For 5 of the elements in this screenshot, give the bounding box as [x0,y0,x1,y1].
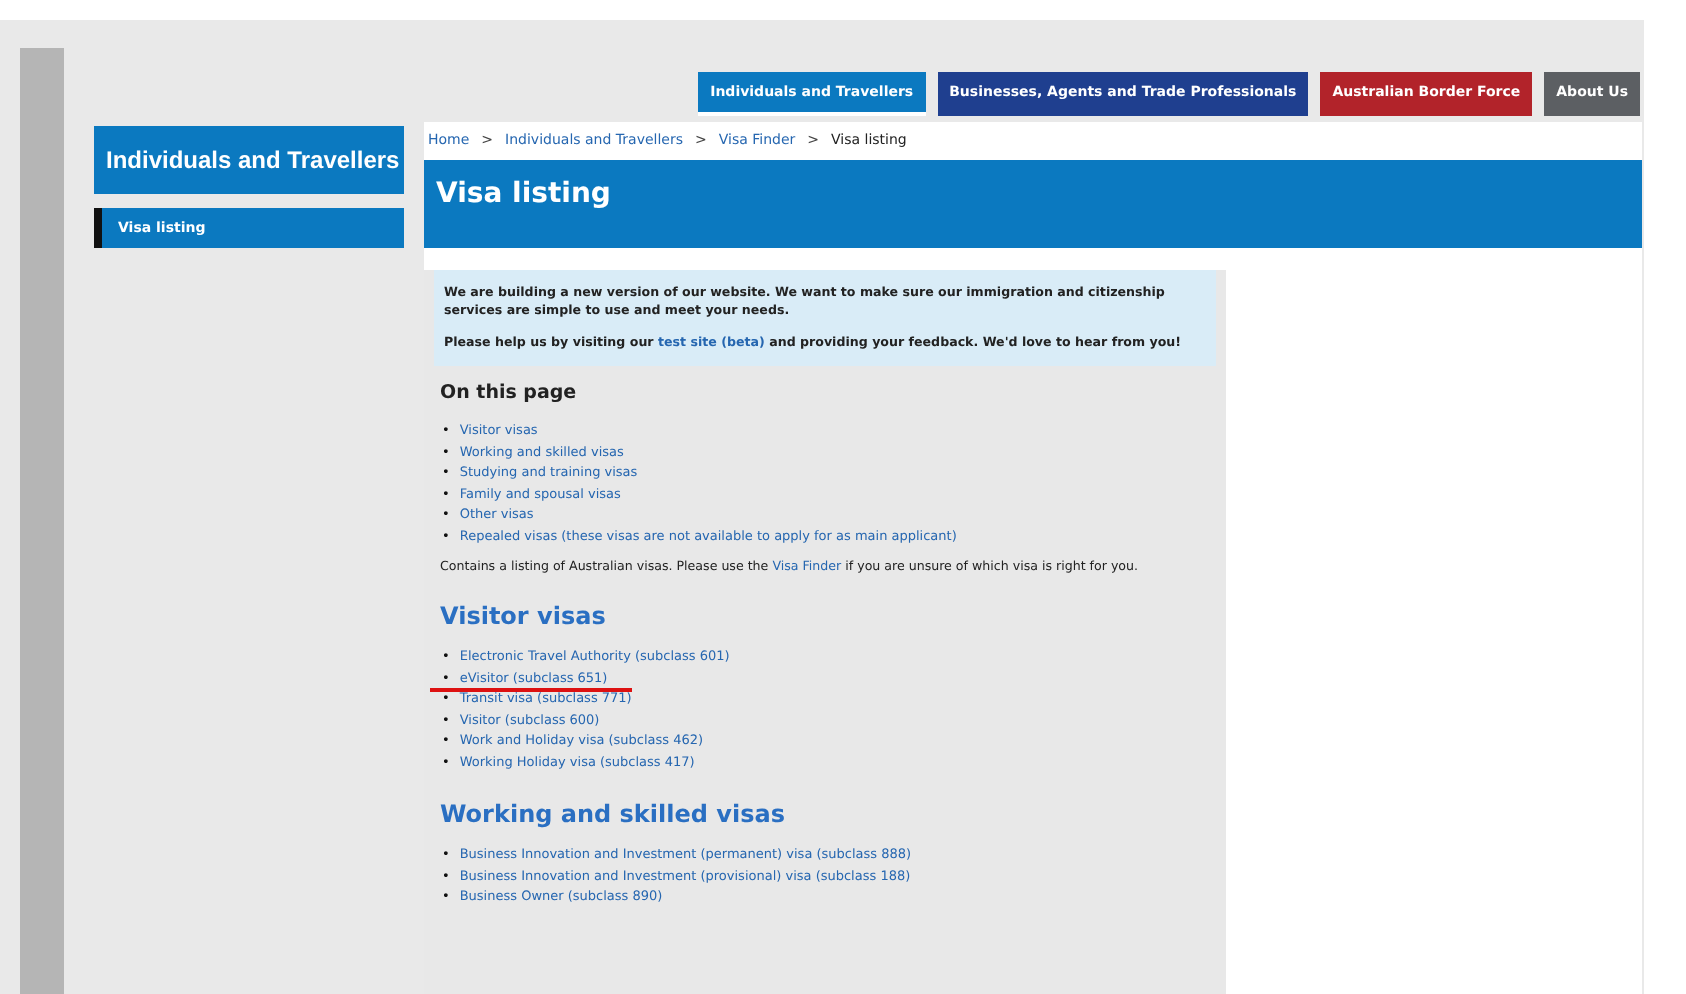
sidebar-title: Individuals and Travellers [94,126,404,194]
section-heading: Visitor visas [440,602,608,631]
section-heading: Working and skilled visas [440,800,787,829]
page-title: Visa listing [424,160,1642,248]
section-heading: On this page [440,382,579,405]
